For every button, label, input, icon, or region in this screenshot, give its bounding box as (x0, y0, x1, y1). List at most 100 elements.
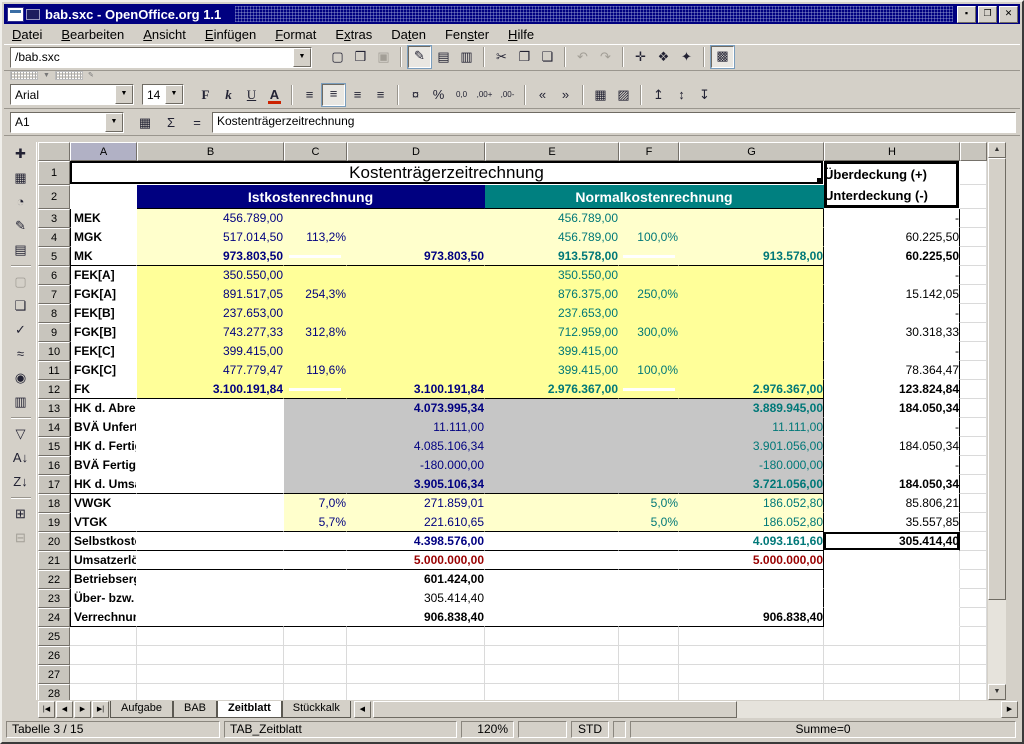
background-color-button[interactable]: ▨ (613, 85, 634, 105)
cell-B24[interactable] (137, 608, 284, 627)
new-document-button[interactable]: ▢ (327, 47, 348, 67)
cell-empty[interactable] (284, 646, 347, 665)
cell-B4[interactable]: 517.014,50 (137, 228, 284, 247)
cell-C18[interactable]: 7,0% (284, 494, 347, 513)
cell-H21[interactable] (824, 551, 960, 570)
cell-B18[interactable] (137, 494, 284, 513)
chevron-down-icon[interactable]: ▼ (105, 113, 123, 132)
tab-aufgabe[interactable]: Aufgabe (110, 701, 173, 718)
cell-D12[interactable]: 3.100.191,84 (347, 380, 485, 399)
menu-hilfe[interactable]: Hilfe (508, 27, 534, 42)
cell-C17[interactable] (284, 475, 347, 494)
row-header-28[interactable]: 28 (38, 684, 70, 700)
row-header-6[interactable]: 6 (38, 266, 70, 285)
cell-B11[interactable]: 477.779,47 (137, 361, 284, 380)
cell-E4[interactable]: 456.789,00 (485, 228, 619, 247)
cell-B10[interactable]: 399.415,00 (137, 342, 284, 361)
cell-E12[interactable]: 2.976.367,00 (485, 380, 619, 399)
cell-A17[interactable]: HK d. Umsatzes (70, 475, 137, 494)
previous-sheet-button[interactable]: ◀ (56, 701, 73, 718)
cell-D11[interactable] (347, 361, 485, 380)
cell-G15[interactable]: 3.901.056,00 (679, 437, 824, 456)
cell-C24[interactable] (284, 608, 347, 627)
cell-G14[interactable]: 11.111,00 (679, 418, 824, 437)
cell-E24[interactable] (485, 608, 619, 627)
cell-D4[interactable] (347, 228, 485, 247)
bold-button[interactable]: F (195, 85, 216, 105)
underline-button[interactable]: U (241, 85, 262, 105)
cell-empty[interactable] (679, 646, 824, 665)
cell-empty[interactable] (679, 665, 824, 684)
cell-F13[interactable] (619, 399, 679, 418)
col-header-F[interactable]: F (619, 142, 679, 161)
cell-B13[interactable] (137, 399, 284, 418)
cell-D21[interactable]: 5.000.000,00 (347, 551, 485, 570)
add-decimal-button[interactable]: ,00+ (474, 85, 495, 105)
cell-G6[interactable] (679, 266, 824, 285)
cell-C20[interactable] (284, 532, 347, 551)
cell-empty[interactable] (70, 684, 137, 700)
cell-empty[interactable] (70, 646, 137, 665)
cell-H22[interactable] (824, 570, 960, 589)
decrease-indent-button[interactable]: « (532, 85, 553, 105)
cell-C19[interactable]: 5,7% (284, 513, 347, 532)
row-header-11[interactable]: 11 (38, 361, 70, 380)
cell-C13[interactable] (284, 399, 347, 418)
cell-G9[interactable] (679, 323, 824, 342)
menu-einf-gen[interactable]: Einfügen (205, 27, 256, 42)
tab-bab[interactable]: BAB (173, 701, 217, 718)
cell-A11[interactable]: FGK[C] (70, 361, 137, 380)
cell-B23[interactable] (137, 589, 284, 608)
cell-B8[interactable]: 237.653,00 (137, 304, 284, 323)
cell-A21[interactable]: Umsatzerlöse (70, 551, 137, 570)
cell-F10[interactable] (619, 342, 679, 361)
cell-empty[interactable] (824, 684, 960, 700)
navigator-button[interactable]: ✛ (630, 47, 651, 67)
cell-H12[interactable]: 123.824,84 (824, 380, 960, 399)
cell-empty[interactable] (960, 665, 987, 684)
cell-D15[interactable]: 4.085.106,34 (347, 437, 485, 456)
cell-empty[interactable] (619, 684, 679, 700)
insert-object-button[interactable]: ◔ (10, 192, 31, 212)
col-header-A[interactable]: A (70, 142, 137, 161)
url-combobox[interactable]: /bab.sxc ▼ (10, 47, 312, 68)
cell-F20[interactable] (619, 532, 679, 551)
increase-indent-button[interactable]: » (555, 85, 576, 105)
cell-H11[interactable]: 78.364,47 (824, 361, 960, 380)
cell-D18[interactable]: 271.859,01 (347, 494, 485, 513)
insert-cells-button[interactable]: ▦ (10, 168, 31, 188)
cell-C15[interactable] (284, 437, 347, 456)
ueberdeckung-box[interactable]: Überdeckung (+)Unterdeckung (-) (824, 161, 960, 209)
cell-F7[interactable]: 250,0% (619, 285, 679, 304)
cell-B3[interactable]: 456.789,00 (137, 209, 284, 228)
form-controls-button[interactable]: ▤ (10, 240, 31, 260)
scroll-up-icon[interactable]: ▲ (988, 142, 1006, 158)
data-sources-button[interactable]: ▥ (10, 392, 31, 412)
cell-F3[interactable] (619, 209, 679, 228)
row-header-26[interactable]: 26 (38, 646, 70, 665)
chevron-down-icon[interactable]: ▼ (293, 48, 311, 67)
open-document-button[interactable]: ❒ (350, 47, 371, 67)
cell-D3[interactable] (347, 209, 485, 228)
cell-empty[interactable] (824, 627, 960, 646)
cell-B9[interactable]: 743.277,33 (137, 323, 284, 342)
cell-F9[interactable]: 300,0% (619, 323, 679, 342)
menu-extras[interactable]: Extras (335, 27, 372, 42)
toolbar-grip[interactable] (10, 71, 38, 80)
cell-E18[interactable] (485, 494, 619, 513)
scroll-down-icon[interactable]: ▼ (988, 684, 1006, 700)
cell-empty[interactable] (70, 627, 137, 646)
toolbar-grip[interactable] (55, 71, 83, 80)
row-header-15[interactable]: 15 (38, 437, 70, 456)
cell-C7[interactable]: 254,3% (284, 285, 347, 304)
horizontal-scrollbar[interactable] (373, 701, 1001, 718)
row-header-22[interactable]: 22 (38, 570, 70, 589)
cell-empty[interactable] (70, 665, 137, 684)
cell-G23[interactable] (679, 589, 824, 608)
autoformat-button[interactable]: ❏ (10, 296, 31, 316)
cell-H20[interactable]: 305.414,40 (824, 532, 960, 551)
cell-B22[interactable] (137, 570, 284, 589)
cell-empty[interactable] (824, 665, 960, 684)
cell-H17[interactable]: 184.050,34 (824, 475, 960, 494)
cell-F5[interactable] (619, 247, 679, 266)
